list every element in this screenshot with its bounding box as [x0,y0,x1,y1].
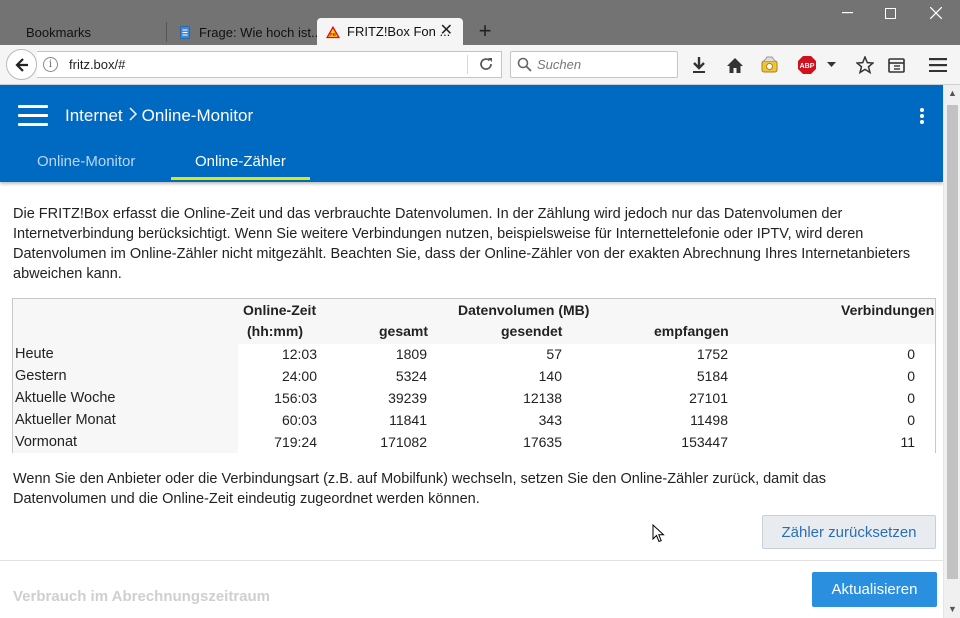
chevron-down-icon[interactable] [824,55,838,75]
browser-titlebar: Bookmarks Frage: Wie hoch ist... FB FRIT… [0,0,960,45]
header-received: empfangen [654,323,729,339]
refresh-button[interactable]: Aktualisieren [812,572,937,607]
tab-online-monitor[interactable]: Online-Monitor [37,153,135,170]
cell-received: 11498 [690,412,728,428]
row-label: Gestern [15,368,67,384]
download-icon[interactable] [689,55,709,75]
cell-sent: 17635 [523,434,562,450]
page-scrollbar[interactable]: ▲ ▼ [943,85,960,618]
header-total: gesamt [379,323,429,339]
row-label: Heute [15,346,54,362]
cell-connections: 11 [900,434,915,450]
cell-sent: 140 [538,368,562,384]
header-connections: Verbindungen [841,302,935,318]
reload-icon[interactable] [478,56,494,72]
cell-connections: 0 [907,390,915,406]
cell-total: 39239 [388,390,427,406]
header-sent: gesendet [501,323,563,339]
tab-fritzbox[interactable]: FB FRITZ!Box Fon ... ✕ [317,18,463,45]
cell-total: 1809 [395,346,427,362]
mouse-cursor-icon [652,524,665,543]
active-tab-indicator [171,177,310,180]
cell-total: 11841 [389,412,427,428]
close-tab-icon[interactable]: ✕ [440,23,453,39]
tab-label: FRITZ!Box Fon ... [347,24,451,39]
cell-online-time: 719:24 [274,434,317,450]
row-label: Aktuelle Woche [15,390,116,406]
cell-total: 5324 [395,368,427,384]
breadcrumb-section[interactable]: Internet [65,106,123,126]
svg-text:FB: FB [330,31,336,36]
scroll-up-icon[interactable]: ▲ [944,85,960,102]
search-bar[interactable]: Suchen [510,51,678,78]
cell-received: 153447 [681,434,728,450]
navigation-toolbar: i fritz.box/# Suchen ABP [0,45,960,85]
header-online-time-unit: (hh:mm) [247,323,303,339]
cell-online-time: 24:00 [281,368,317,384]
header-online-time: Online-Zeit [243,302,317,318]
hamburger-menu-icon[interactable] [18,105,48,127]
bookmarks-library-icon[interactable] [886,55,906,75]
search-placeholder: Suchen [537,57,582,72]
cell-connections: 0 [907,412,915,428]
cell-received: 5184 [696,368,728,384]
close-window-icon[interactable] [925,4,947,22]
reset-note-text: Wenn Sie den Anbieter oder die Verbindun… [13,471,826,507]
tab-separator [166,22,167,42]
page-content: Internet Online-Monitor Online-Monitor O… [0,85,943,618]
row-label: Aktueller Monat [15,412,116,428]
reset-counter-button[interactable]: Zähler zurücksetzen [762,515,936,549]
tab-online-zaehler[interactable]: Online-Zähler [195,153,286,170]
more-options-icon[interactable] [918,108,926,126]
cell-connections: 0 [907,368,915,384]
cell-online-time: 12:03 [281,346,317,362]
maximize-icon[interactable] [879,4,901,22]
cell-connections: 0 [907,346,915,362]
scroll-down-icon[interactable]: ▼ [944,601,960,618]
intro-text: Die FRITZ!Box erfasst die Online-Zeit un… [13,206,911,282]
url-bar[interactable]: i fritz.box/# [37,51,502,78]
addon-extension-icon[interactable] [760,55,780,75]
chevron-right-icon [129,106,137,126]
url-divider [467,55,468,74]
scrollbar-thumb[interactable] [947,105,958,579]
tab-label: Bookmarks [26,24,92,40]
arrow-left-icon [14,57,28,72]
tab-bookmarks[interactable]: Bookmarks [26,19,91,45]
cell-sent: 343 [538,412,562,428]
tab-label: Frage: Wie hoch ist... [199,24,322,40]
adblock-badge-text: ABP [800,63,815,70]
document-icon [178,25,192,39]
header-data-volume: Datenvolumen (MB) [458,302,590,318]
url-text[interactable]: fritz.box/# [69,57,125,72]
section-divider [0,560,943,561]
app-header: Internet Online-Monitor Online-Monitor O… [0,85,943,182]
cell-sent: 12138 [523,390,562,406]
adblock-plus-icon[interactable]: ABP [796,54,818,76]
online-counter-table: Online-Zeit (hh:mm) Datenvolumen (MB) ge… [12,298,936,453]
cell-received: 1752 [696,346,728,362]
tab-frage[interactable]: Frage: Wie hoch ist... [178,19,322,45]
home-icon[interactable] [725,55,745,75]
breadcrumb-page: Online-Monitor [141,106,254,125]
cell-sent: 57 [546,346,562,362]
search-icon [517,57,532,72]
billing-period-section-title[interactable]: Verbrauch im Abrechnungszeitraum [13,588,270,605]
cell-received: 27101 [689,390,728,406]
minimize-icon[interactable] [836,4,858,22]
bookmark-star-icon[interactable] [855,55,875,75]
cell-online-time: 60:03 [281,412,317,428]
new-tab-button[interactable]: + [475,20,495,42]
info-icon[interactable]: i [43,57,58,72]
row-label: Vormonat [15,434,78,450]
menu-icon[interactable] [928,55,948,75]
breadcrumb: Internet Online-Monitor [65,106,253,126]
fritzbox-logo-icon: FB [326,25,340,39]
cell-online-time: 156:03 [274,390,317,406]
cell-total: 171082 [380,434,427,450]
back-button[interactable] [6,49,37,80]
